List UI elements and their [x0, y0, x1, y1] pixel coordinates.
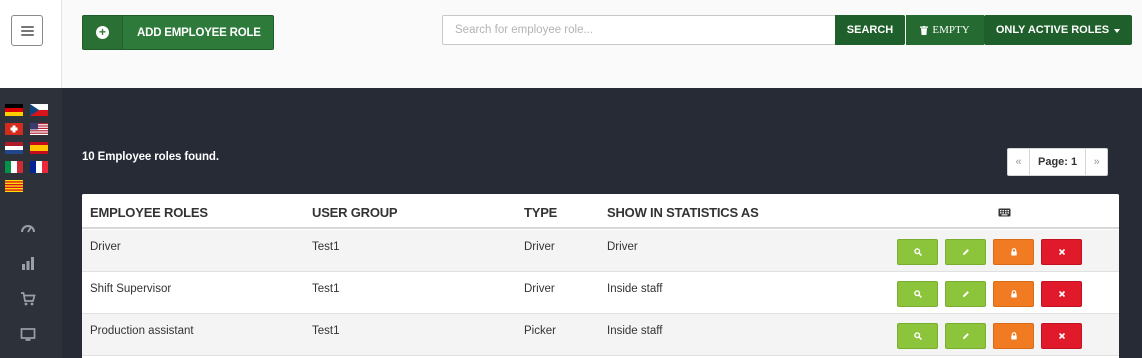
cell-employee-role: Driver: [90, 241, 121, 253]
column-header-employee-roles[interactable]: EMPLOYEE ROLES: [90, 205, 208, 220]
search-button[interactable]: SEARCH: [835, 15, 905, 45]
italian-flag-icon[interactable]: [5, 161, 23, 173]
catalan-flag-icon[interactable]: [5, 180, 23, 192]
pagination: « Page: 1 »: [1007, 148, 1109, 176]
trash-icon: [920, 25, 929, 35]
plus-circle-icon: +: [83, 16, 123, 49]
results-count: 10 Employee roles found.: [82, 151, 219, 163]
table-row[interactable]: Shift Supervisor Test1 Driver Inside sta…: [82, 272, 1119, 314]
view-button[interactable]: [897, 323, 938, 349]
lock-icon: [1010, 248, 1017, 256]
row-actions: [897, 323, 1082, 349]
cell-employee-role: Shift Supervisor: [90, 283, 172, 295]
search-input[interactable]: [442, 15, 836, 45]
row-actions: [897, 281, 1082, 307]
cell-type: Picker: [524, 325, 556, 337]
swiss-flag-icon[interactable]: [5, 123, 23, 135]
edit-button[interactable]: [945, 239, 986, 265]
cell-user-group: Test1: [312, 283, 340, 295]
empty-button[interactable]: EMPTY: [906, 15, 984, 45]
sidebar: [0, 0, 62, 358]
lock-button[interactable]: [993, 239, 1034, 265]
column-header-user-group[interactable]: USER GROUP: [312, 205, 398, 220]
pencil-icon: [962, 249, 969, 255]
add-button-label: ADD EMPLOYEE ROLE: [137, 26, 261, 39]
caret-down-icon: [1114, 28, 1121, 33]
column-header-type[interactable]: TYPE: [524, 205, 557, 220]
empty-button-label: EMPTY: [932, 24, 970, 36]
menu-toggle-button[interactable]: [11, 15, 43, 46]
pencil-icon: [962, 333, 969, 339]
sidebar-top: [0, 0, 62, 88]
only-active-roles-dropdown[interactable]: ONLY ACTIVE ROLES: [984, 15, 1132, 45]
cell-statistics: Inside staff: [607, 283, 663, 295]
search-icon: [913, 290, 922, 298]
view-button[interactable]: [897, 281, 938, 307]
hamburger-icon: [20, 25, 34, 36]
table-row[interactable]: Production assistant Test1 Picker Inside…: [82, 314, 1119, 356]
cell-type: Driver: [524, 241, 555, 253]
close-icon: [1058, 248, 1065, 256]
french-flag-icon[interactable]: [30, 161, 48, 173]
edit-button[interactable]: [945, 323, 986, 349]
german-flag-icon[interactable]: [5, 104, 23, 116]
row-actions: [897, 239, 1082, 265]
cell-statistics: Driver: [607, 241, 638, 253]
pencil-icon: [962, 291, 969, 297]
close-icon: [1058, 332, 1065, 340]
lock-button[interactable]: [993, 323, 1034, 349]
monitor-icon[interactable]: [20, 327, 36, 343]
cell-type: Driver: [524, 283, 555, 295]
dutch-flag-icon[interactable]: [5, 142, 23, 154]
lock-icon: [1010, 332, 1017, 340]
dashboard-icon[interactable]: [20, 220, 36, 236]
table-row[interactable]: Driver Test1 Driver Driver: [82, 230, 1119, 272]
cell-user-group: Test1: [312, 325, 340, 337]
delete-button[interactable]: [1041, 323, 1082, 349]
column-header-statistics[interactable]: SHOW IN STATISTICS AS: [607, 205, 759, 220]
spanish-flag-icon[interactable]: [30, 142, 48, 154]
employee-roles-table: EMPLOYEE ROLES USER GROUP TYPE SHOW IN S…: [82, 194, 1119, 358]
edit-button[interactable]: [945, 281, 986, 307]
statistics-icon[interactable]: [20, 255, 36, 271]
main-content: 10 Employee roles found. « Page: 1 » EMP…: [62, 88, 1142, 358]
table-header: EMPLOYEE ROLES USER GROUP TYPE SHOW IN S…: [82, 194, 1119, 229]
close-icon: [1058, 290, 1065, 298]
delete-button[interactable]: [1041, 281, 1082, 307]
lock-icon: [1010, 290, 1017, 298]
filter-button-label: ONLY ACTIVE ROLES: [995, 24, 1110, 36]
pager-prev-button[interactable]: «: [1008, 149, 1029, 175]
search-icon: [913, 332, 922, 340]
pager-current-page[interactable]: Page: 1: [1029, 149, 1087, 175]
pager-next-button[interactable]: »: [1086, 149, 1107, 175]
delete-button[interactable]: [1041, 239, 1082, 265]
search-button-label: SEARCH: [846, 24, 894, 36]
view-button[interactable]: [897, 239, 938, 265]
cell-employee-role: Production assistant: [90, 325, 194, 337]
toolbar: + ADD EMPLOYEE ROLE SEARCH EMPTY ONLY AC…: [62, 0, 1142, 88]
search-icon: [913, 248, 922, 256]
cell-statistics: Inside staff: [607, 325, 663, 337]
add-employee-role-button[interactable]: + ADD EMPLOYEE ROLE: [82, 15, 274, 50]
usa-flag-icon[interactable]: [30, 123, 48, 135]
cart-icon[interactable]: [20, 291, 36, 307]
cell-user-group: Test1: [312, 241, 340, 253]
czech-flag-icon[interactable]: [30, 104, 48, 116]
lock-button[interactable]: [993, 281, 1034, 307]
keyboard-icon[interactable]: [998, 208, 1011, 217]
